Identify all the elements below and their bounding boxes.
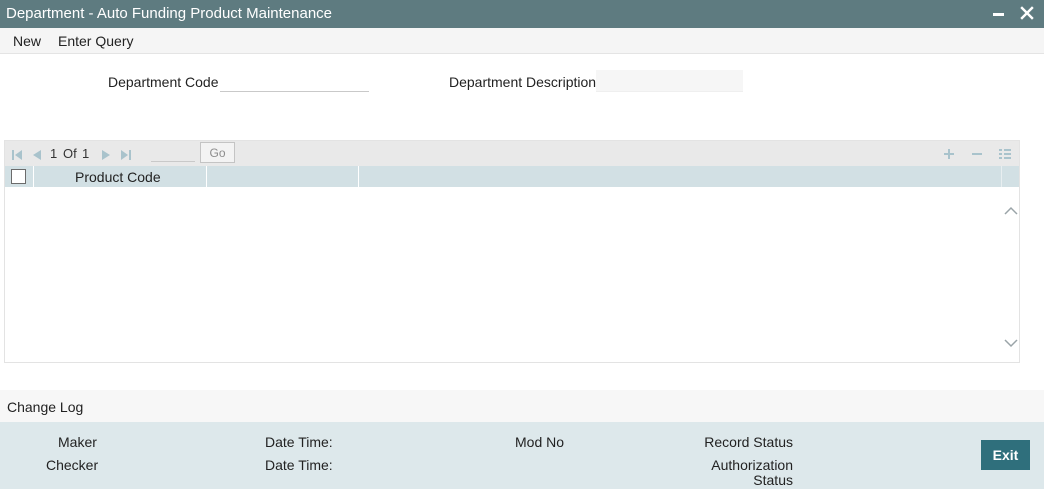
previous-page-icon — [33, 150, 41, 160]
audit-footer: Maker Checker Date Time: Date Time: Mod … — [0, 422, 1044, 489]
product-grid: 1 Of 1 Go Product Code — [4, 140, 1020, 363]
pager-total: 1 — [82, 146, 90, 161]
mod-no-label: Mod No — [515, 434, 565, 450]
menu-enter-query[interactable]: Enter Query — [58, 33, 133, 49]
window-title: Department - Auto Funding Product Mainte… — [6, 5, 333, 22]
column-header-product-code[interactable]: Product Code — [34, 166, 207, 187]
first-page-button[interactable] — [11, 148, 23, 164]
close-button[interactable] — [1018, 4, 1036, 22]
pager-of-label: Of — [63, 146, 77, 161]
grid-toolbar: 1 Of 1 Go — [5, 141, 1019, 166]
chevron-up-icon — [1004, 206, 1018, 215]
add-row-button[interactable] — [943, 147, 955, 163]
department-code-input[interactable] — [220, 70, 369, 92]
authorization-status-label-line1: Authorization — [711, 457, 793, 473]
page-number-input[interactable] — [151, 145, 195, 162]
checker-label: Checker — [46, 457, 99, 473]
record-status-label: Record Status — [704, 434, 793, 450]
window-titlebar: Department - Auto Funding Product Mainte… — [0, 0, 1044, 28]
minimize-icon — [993, 13, 1004, 16]
minimize-button[interactable] — [990, 4, 1008, 22]
column-header-filler — [359, 166, 1002, 187]
last-page-button[interactable] — [120, 148, 132, 164]
first-page-icon — [12, 150, 22, 160]
column-header-label: Product Code — [75, 169, 161, 185]
menu-bar: New Enter Query — [0, 28, 1044, 54]
go-button[interactable]: Go — [200, 142, 235, 163]
add-row-icon — [944, 149, 954, 159]
department-code-label: Department Code — [108, 74, 219, 90]
change-log-bar: Change Log — [0, 390, 1044, 422]
previous-page-button[interactable] — [31, 148, 42, 164]
delete-row-icon — [972, 153, 982, 155]
authorization-status-label-line2: Status — [753, 472, 793, 488]
department-description-label: Department Description — [449, 74, 597, 90]
menu-new[interactable]: New — [13, 33, 41, 49]
list-view-icon — [999, 149, 1011, 159]
last-page-icon — [121, 150, 131, 160]
department-description-input[interactable] — [596, 70, 743, 92]
next-page-icon — [102, 150, 110, 160]
column-header-blank[interactable] — [207, 166, 359, 187]
single-record-view-button[interactable] — [998, 147, 1012, 163]
close-icon — [1020, 6, 1034, 20]
next-page-button[interactable] — [101, 148, 112, 164]
pager-current: 1 — [50, 146, 58, 161]
grid-header-row: Product Code — [5, 166, 1019, 187]
chevron-down-icon — [1004, 339, 1018, 348]
select-all-cell — [5, 166, 34, 187]
select-all-checkbox[interactable] — [11, 169, 26, 184]
maker-label: Maker — [58, 434, 97, 450]
delete-row-button[interactable] — [971, 147, 983, 163]
scroll-up-button[interactable] — [1004, 203, 1018, 219]
scroll-down-button[interactable] — [1004, 335, 1018, 351]
exit-button[interactable]: Exit — [981, 440, 1030, 470]
maker-datetime-label: Date Time: — [265, 434, 333, 450]
change-log-label: Change Log — [7, 399, 84, 415]
checker-datetime-label: Date Time: — [265, 457, 333, 473]
